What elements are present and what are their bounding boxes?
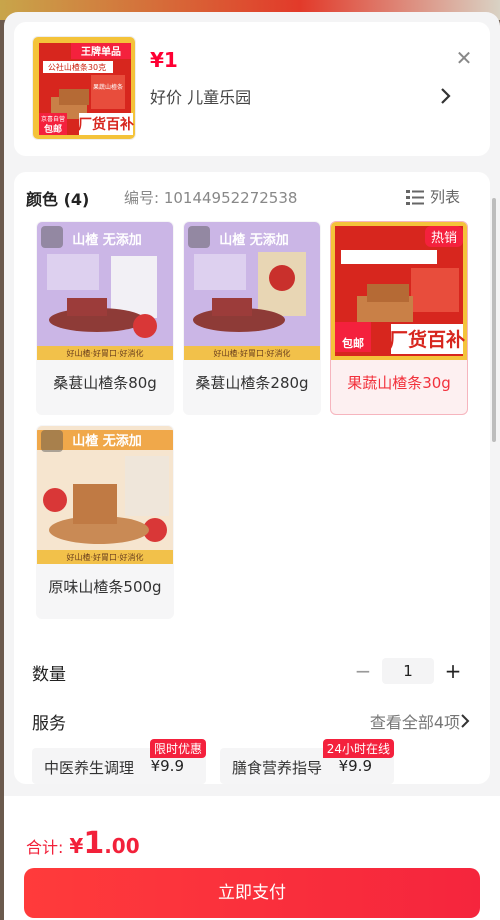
checkout-bar: 合计: ¥ 1 .00 立即支付 — [4, 796, 500, 920]
option-footer-text: 好山楂·好胃口·好消化 — [213, 348, 290, 358]
pay-now-button[interactable]: 立即支付 — [24, 868, 480, 918]
option-card[interactable]: 好山楂·好胃口·好消化 山楂 无添加 原味山楂条500g — [36, 425, 174, 619]
total-label: 合计: — [26, 838, 64, 857]
service-tag: 限时优惠 — [149, 739, 206, 758]
total-price: 合计: ¥ 1 .00 — [26, 826, 140, 861]
thumb-shipping-top: 京喜自营 — [41, 115, 65, 123]
list-view-toggle[interactable]: 列表 — [405, 186, 460, 207]
increase-button[interactable]: + — [444, 659, 462, 683]
close-icon[interactable]: ✕ — [452, 46, 476, 70]
service-price: ¥9.9 — [338, 757, 372, 775]
option-label: 原味山楂条500g — [48, 578, 162, 596]
option-shipping: 包邮 — [341, 336, 364, 350]
decrease-button[interactable]: − — [354, 659, 372, 683]
list-view-label: 列表 — [429, 188, 460, 206]
option-image: 好山楂·好胃口·好消化 山楂 无添加 — [37, 426, 173, 564]
option-image: 好山楂·好胃口·好消化 山楂 无添加 — [184, 222, 320, 360]
total-currency: ¥ — [69, 834, 84, 858]
service-option[interactable]: 膳食营养指导 ¥9.9 24小时在线 — [220, 739, 394, 784]
thumb-badge-text: 王牌单品 — [81, 45, 121, 58]
thumb-shipping: 包邮 — [43, 123, 62, 135]
service-label: 服务 — [32, 714, 66, 734]
unit-price: ¥1 — [150, 48, 178, 72]
service-name: 膳食营养指导 — [232, 759, 323, 777]
option-label: 果蔬山楂条30g — [347, 374, 451, 392]
selected-spec[interactable]: 好价 儿童乐园 — [150, 84, 251, 108]
thumb-brand-text: 公社山楂条30克 — [48, 62, 106, 72]
option-label: 桑葚山楂条80g — [53, 374, 157, 392]
quantity-input[interactable]: 1 — [382, 658, 434, 684]
hot-badge: 热销 — [424, 226, 463, 247]
quantity-stepper: − 1 + — [354, 658, 462, 684]
service-price: ¥9.9 — [150, 757, 184, 775]
option-image: 厂货百补 包邮 热销 — [331, 222, 467, 360]
option-title: 颜色 (4) — [26, 190, 90, 209]
service-option[interactable]: 中医养生调理 ¥9.9 限时优惠 — [32, 739, 206, 784]
option-slogan: 厂货百补 — [389, 328, 465, 351]
header-card: 王牌单品 公社山楂条30克 果蔬山楂条 厂货百补 京喜自营 包邮 ¥1 好价 儿… — [14, 22, 490, 156]
image-corner-icon — [41, 430, 63, 452]
option-card[interactable]: 好山楂·好胃口·好消化 山楂 无添加 桑葚山楂条80g — [36, 221, 174, 415]
view-all-services-link[interactable]: 查看全部4项 — [370, 709, 460, 733]
image-corner-icon — [188, 226, 210, 248]
thumb-pack-label: 果蔬山楂条 — [93, 83, 123, 91]
option-banner-text: 山楂 无添加 — [72, 433, 142, 449]
option-footer-text: 好山楂·好胃口·好消化 — [66, 552, 143, 562]
service-tag: 24小时在线 — [322, 739, 394, 758]
product-thumbnail: 王牌单品 公社山楂条30克 果蔬山楂条 厂货百补 京喜自营 包邮 — [32, 36, 136, 140]
chevron-right-icon[interactable] — [458, 711, 472, 731]
option-banner-text: 山楂 无添加 — [72, 232, 142, 248]
option-card[interactable]: 好山楂·好胃口·好消化 山楂 无添加 桑葚山楂条280g — [183, 221, 321, 415]
quantity-label: 数量 — [32, 665, 66, 685]
image-corner-icon — [41, 226, 63, 248]
chevron-right-icon[interactable] — [436, 84, 456, 108]
product-code: 编号: 10144952272538 — [124, 189, 298, 207]
total-integer: 1 — [83, 826, 105, 861]
service-name: 中医养生调理 — [44, 759, 135, 777]
scrollbar[interactable] — [492, 198, 496, 442]
total-decimal: .00 — [104, 834, 140, 858]
option-card-selected[interactable]: 厂货百补 包邮 热销 果蔬山楂条30g — [330, 221, 468, 415]
option-footer-text: 好山楂·好胃口·好消化 — [66, 348, 143, 358]
list-icon — [405, 189, 424, 205]
sku-sheet: 王牌单品 公社山楂条30克 果蔬山楂条 厂货百补 京喜自营 包邮 ¥1 好价 儿… — [4, 12, 500, 920]
option-banner-text: 山楂 无添加 — [219, 232, 289, 248]
option-label: 桑葚山楂条280g — [195, 374, 309, 392]
option-image: 好山楂·好胃口·好消化 山楂 无添加 — [37, 222, 173, 360]
thumb-slogan: 厂货百补 — [78, 116, 134, 133]
